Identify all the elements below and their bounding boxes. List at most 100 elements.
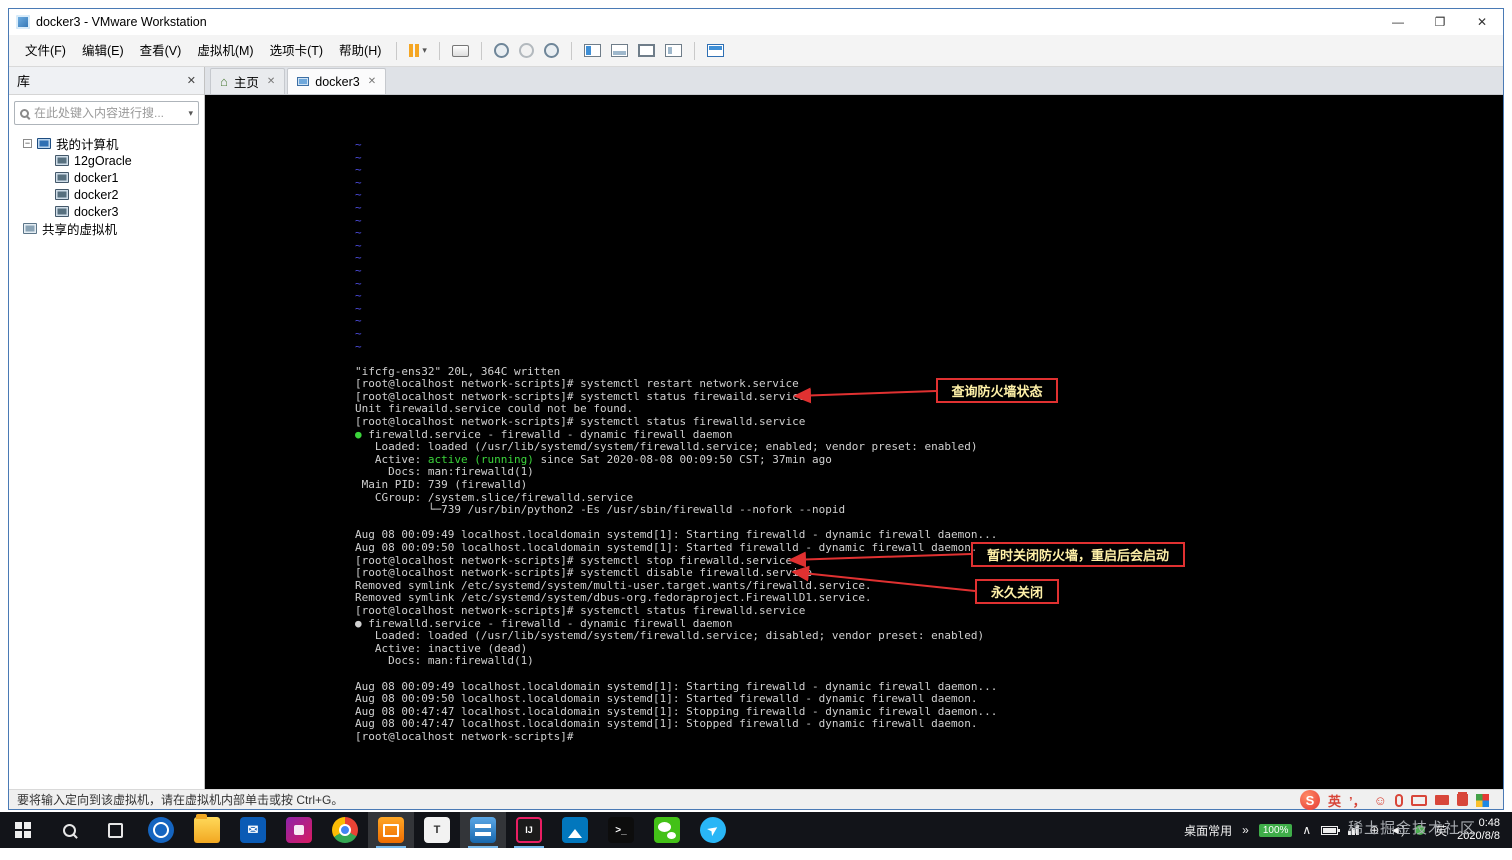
sogou-toolbar: S 英 ’， ☺ xyxy=(1300,788,1489,812)
vm-icon xyxy=(297,77,310,86)
console-tilde-line: ~ xyxy=(355,263,362,277)
tree-item-docker1[interactable]: docker1 xyxy=(9,169,204,186)
tree-item-label: 12gOracle xyxy=(74,153,132,168)
vm-console[interactable]: ~ ~ ~ ~ ~ ~ ~ ~ ~ ~ ~ ~ ~ ~ ~ ~ ~ "ifcfg-ens32" 20L, 364… xyxy=(205,95,1503,789)
tab-docker3-close-icon[interactable]: ✕ xyxy=(368,76,376,87)
sogou-trash-icon[interactable] xyxy=(1456,794,1468,806)
console-tilde-line: ~ xyxy=(355,188,362,202)
sogou-items: 英 ’， ☺ xyxy=(1328,791,1489,810)
chevron-right-icon[interactable]: » xyxy=(1242,823,1249,837)
unity-button[interactable] xyxy=(660,41,687,60)
tree-item-label: docker3 xyxy=(74,204,119,219)
taskbar-search-button[interactable] xyxy=(46,812,92,848)
battery-icon[interactable] xyxy=(1321,825,1341,835)
titlebar: docker3 - VMware Workstation — ❐ ✕ xyxy=(9,9,1503,35)
search-input[interactable] xyxy=(34,106,184,120)
snapshot-revert-icon xyxy=(518,43,534,58)
taskbar-intellij[interactable]: IJ xyxy=(506,812,552,848)
wechat-tray-icon[interactable] xyxy=(1415,825,1426,835)
menu-help[interactable]: 帮助(H) xyxy=(331,36,389,66)
clock-app-icon xyxy=(148,817,174,843)
pause-button[interactable]: ▾ xyxy=(404,41,432,60)
snapshot-take-button[interactable] xyxy=(489,40,514,61)
tab-home[interactable]: ⌂ 主页 ✕ xyxy=(210,68,286,94)
tree-item-my-computer[interactable]: − 我的计算机 xyxy=(9,135,204,152)
library-title: 库 xyxy=(17,74,31,89)
network-icon[interactable] xyxy=(1348,825,1360,835)
chevron-up-icon[interactable]: ∧ xyxy=(1302,823,1311,837)
taskbar-text-editor[interactable]: T xyxy=(414,812,460,848)
taskbar: ✉ T IJ >_ ➤ 桌面常用 » 100% ∧ ⊕ ◄) 英 0:48 2020/8… xyxy=(0,811,1512,849)
taskbar-mail-app[interactable]: ✉ xyxy=(230,812,276,848)
menu-file[interactable]: 文件(F) xyxy=(17,36,74,66)
taskbar-wechat[interactable] xyxy=(644,812,690,848)
status-message: 要将输入定向到该虚拟机，请在虚拟机内部单击或按 Ctrl+G。 xyxy=(17,793,344,807)
taskbar-chrome[interactable] xyxy=(322,812,368,848)
snapshot-revert-button[interactable] xyxy=(514,40,539,61)
system-tray: 桌面常用 » 100% ∧ ⊕ ◄) 英 0:48 2020/8/8 xyxy=(1172,812,1512,848)
console-tilde-line: ~ xyxy=(355,163,362,177)
tree-item-shared-vms[interactable]: 共享的虚拟机 xyxy=(9,220,204,237)
thumbnail-bar-toggle-button[interactable] xyxy=(606,41,633,60)
start-button[interactable] xyxy=(0,812,46,848)
console-view-button[interactable] xyxy=(702,41,729,60)
tree-item-label: docker2 xyxy=(74,187,119,202)
menu-edit[interactable]: 编辑(E) xyxy=(74,36,132,66)
battery-percent-badge[interactable]: 100% xyxy=(1258,823,1293,837)
taskbar-terminal[interactable]: >_ xyxy=(598,812,644,848)
library-close-button[interactable]: ✕ xyxy=(187,74,196,87)
maximize-button[interactable]: ❐ xyxy=(1419,9,1461,35)
caret-down-icon[interactable]: ▾ xyxy=(422,45,427,56)
tree-item-12gOracle[interactable]: 12gOracle xyxy=(9,152,204,169)
taskbar-paper-plane-app[interactable]: ➤ xyxy=(690,811,736,849)
taskbar-purple-app[interactable] xyxy=(276,812,322,848)
computer-icon xyxy=(37,138,51,149)
library-header: 库 ✕ xyxy=(9,67,204,95)
sogou-keyboard-icon[interactable] xyxy=(1410,794,1427,806)
sogou-emoji[interactable]: ☺ xyxy=(1374,793,1387,808)
desktop-common-label[interactable]: 桌面常用 xyxy=(1184,822,1232,839)
expander-icon[interactable]: − xyxy=(23,139,32,148)
fullscreen-button[interactable] xyxy=(633,41,660,60)
search-dropdown-icon[interactable]: ▾ xyxy=(188,108,193,119)
sogou-toolbox-icon[interactable] xyxy=(1434,795,1449,805)
taskbar-vmware-workstation[interactable] xyxy=(460,812,506,848)
photos-icon xyxy=(562,817,588,843)
snapshot-manager-button[interactable] xyxy=(539,40,564,61)
library-panel: 库 ✕ ▾ − 我的计算机12gOracle docker1 docker2 docke… xyxy=(9,67,205,789)
tree-item-docker2[interactable]: docker2 xyxy=(9,186,204,203)
task-view-button[interactable] xyxy=(92,812,138,848)
console-line: [root@localhost network-scripts]# xyxy=(355,729,581,743)
sogou-lang[interactable]: 英 xyxy=(1328,791,1341,810)
menu-tab[interactable]: 选项卡(T) xyxy=(262,36,331,66)
tab-home-close-icon[interactable]: ✕ xyxy=(267,76,275,87)
taskbar-photos[interactable] xyxy=(552,812,598,848)
library-toggle-button[interactable] xyxy=(579,41,606,60)
window-title: docker3 - VMware Workstation xyxy=(36,15,207,29)
library-panel-icon xyxy=(583,44,601,57)
taskbar-clock[interactable]: 0:48 2020/8/8 xyxy=(1457,817,1500,843)
search-icon xyxy=(62,823,76,837)
minimize-button[interactable]: — xyxy=(1377,9,1419,35)
menu-vm[interactable]: 虚拟机(M) xyxy=(189,36,261,66)
vm-icon xyxy=(55,189,69,200)
sogou-mic-icon[interactable] xyxy=(1394,793,1403,807)
ime-indicator[interactable]: 英 xyxy=(1435,822,1447,839)
taskbar-clock-app[interactable] xyxy=(138,812,184,848)
volume-icon[interactable]: ◄) xyxy=(1389,823,1405,837)
console-tilde-line: ~ xyxy=(355,251,362,265)
sogou-punct[interactable]: ’， xyxy=(1349,791,1366,810)
globe-icon[interactable]: ⊕ xyxy=(1369,823,1379,837)
taskbar-orange-app[interactable] xyxy=(368,812,414,848)
console-tilde-line: ~ xyxy=(355,138,362,151)
ctrl-alt-del-button[interactable] xyxy=(447,42,474,60)
tab-docker3[interactable]: docker3 ✕ xyxy=(287,68,387,94)
chrome-icon xyxy=(332,817,358,843)
menu-view[interactable]: 查看(V) xyxy=(132,36,190,66)
taskbar-file-explorer[interactable] xyxy=(184,812,230,848)
sogou-grid-icon[interactable] xyxy=(1475,793,1489,807)
sogou-logo-icon[interactable]: S xyxy=(1300,790,1320,810)
close-button[interactable]: ✕ xyxy=(1461,9,1503,35)
tree-item-docker3[interactable]: docker3 xyxy=(9,203,204,220)
file-explorer-icon xyxy=(194,814,220,843)
